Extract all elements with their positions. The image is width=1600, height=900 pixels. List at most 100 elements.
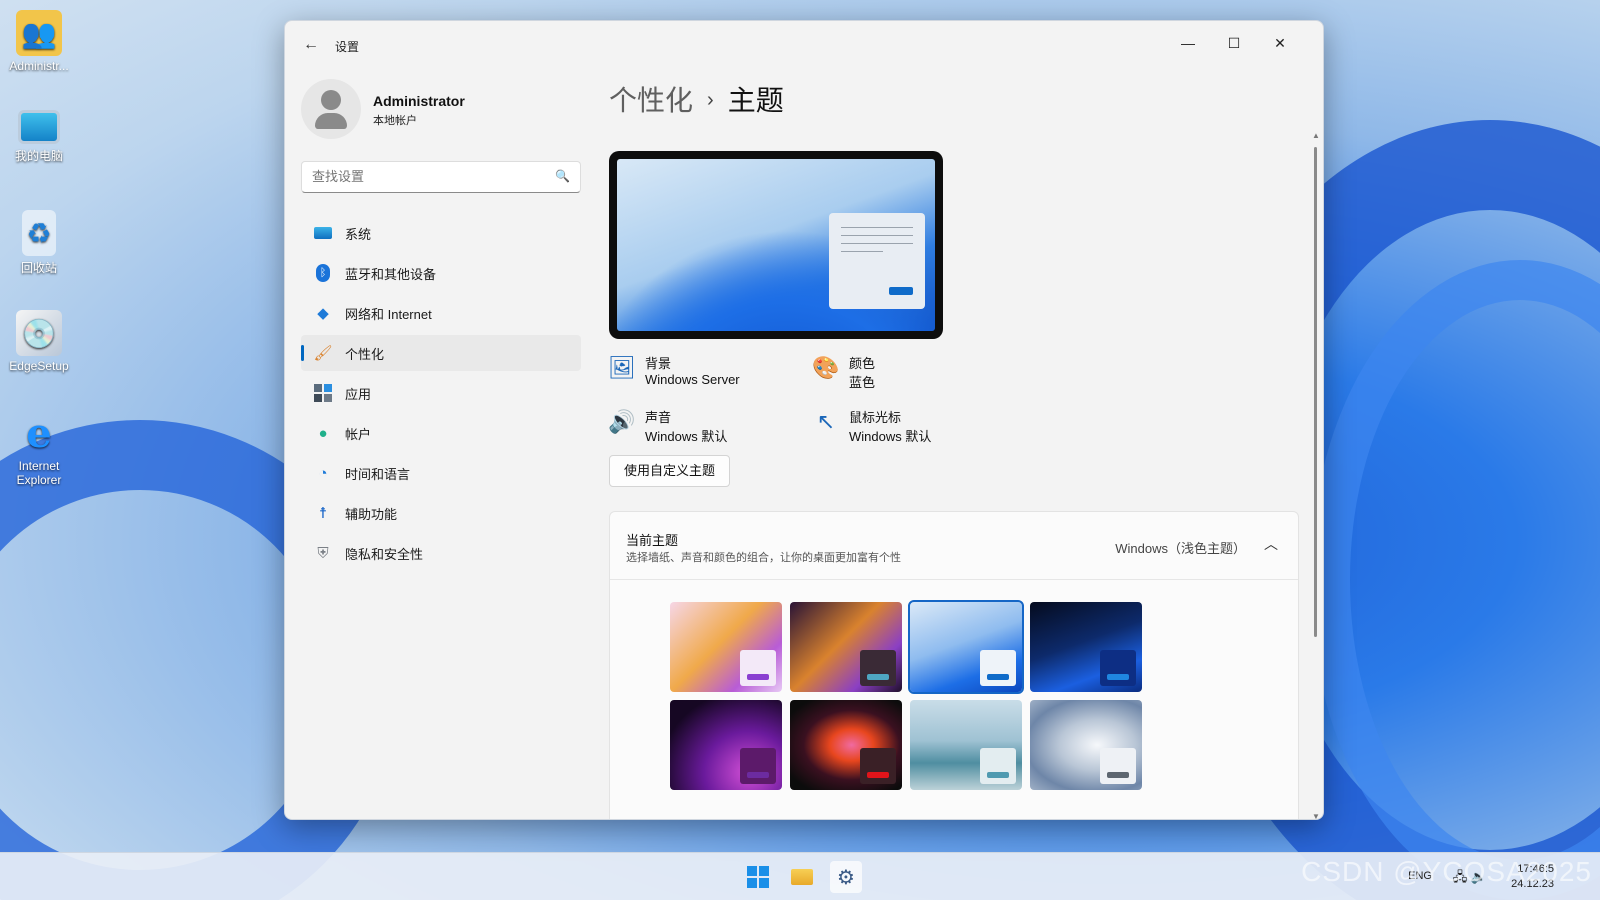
apps-icon	[311, 383, 335, 403]
sidebar-item-apps[interactable]: 应用	[301, 375, 581, 411]
theme-window-card	[860, 650, 896, 686]
sidebar-item-label: 个性化	[345, 346, 385, 362]
theme-accent-button	[1107, 772, 1129, 778]
desktop-icon-label: Administr...	[9, 59, 69, 73]
search-box[interactable]: 🔍	[301, 161, 581, 193]
minimize-icon: —	[1181, 35, 1195, 51]
title-bar: ← 设置 — ☐ ✕	[285, 21, 1323, 69]
sound-value: Windows 默认	[645, 429, 728, 444]
theme-window-card	[740, 650, 776, 686]
preview-line	[841, 227, 913, 228]
theme-tile-glow-light[interactable]	[670, 602, 782, 692]
search-icon: 🔍	[555, 169, 570, 183]
sidebar-nav: 系统 ᛒ 蓝牙和其他设备 ◆ 网络和 Internet 🖌 个性化 应用 ● 帐…	[301, 215, 581, 575]
theme-preview-screen	[617, 159, 935, 331]
theme-tile-bloom[interactable]	[1030, 700, 1142, 790]
internet-explorer-icon: e	[26, 409, 52, 457]
desktop-icon-my-computer[interactable]: 我的电脑	[2, 110, 76, 164]
current-theme-header[interactable]: 当前主题 选择墙纸、声音和颜色的组合，让你的桌面更加富有个性 Windows（浅…	[610, 512, 1298, 580]
sidebar-item-label: 时间和语言	[345, 466, 411, 482]
theme-accent-button	[747, 674, 769, 680]
palette-icon: 🎨	[812, 355, 840, 380]
sidebar-item-personalization[interactable]: 🖌 个性化	[301, 335, 581, 371]
settings-taskbar-button[interactable]: ⚙	[830, 861, 862, 893]
sound-setting[interactable]: 🔊 声音 Windows 默认	[608, 407, 809, 449]
desktop-icon-recycle-bin[interactable]: ♻ 回收站	[2, 210, 76, 276]
watermark: CSDN @YCOSA2025	[1301, 856, 1592, 887]
sidebar-item-label: 隐私和安全性	[345, 546, 424, 562]
cursor-setting[interactable]: ↖ 鼠标光标 Windows 默认	[813, 407, 1013, 449]
user-profile[interactable]: Administrator 本地帐户	[301, 79, 571, 141]
desktop-icon-administrator[interactable]: 👥 Administr...	[2, 10, 76, 73]
minimize-button[interactable]: —	[1165, 27, 1211, 59]
theme-tile-sunrise[interactable]	[910, 700, 1022, 790]
maximize-button[interactable]: ☐	[1211, 27, 1257, 59]
theme-window-card	[860, 748, 896, 784]
cursor-label: 鼠标光标	[849, 410, 902, 425]
theme-tile-glow-dark[interactable]	[790, 602, 902, 692]
page-title: 主题	[727, 85, 784, 116]
theme-tile-windows-dark[interactable]	[1030, 602, 1142, 692]
desktop-icon-internet-explorer[interactable]: e Internet Explorer	[2, 409, 76, 488]
desktop-icon-label: 回收站	[20, 261, 57, 275]
sound-label: 声音	[645, 410, 672, 425]
current-theme-value: Windows（浅色主题）	[1115, 541, 1246, 556]
picture-icon: 🖼	[608, 355, 636, 380]
avatar	[301, 79, 361, 139]
sidebar-item-time-language[interactable]: ◔ 时间和语言	[301, 455, 581, 491]
shield-icon: ⛨	[317, 544, 329, 562]
color-setting[interactable]: 🎨 颜色 蓝色	[812, 353, 1013, 395]
sidebar-item-accessibility[interactable]: ☨ 辅助功能	[301, 495, 581, 531]
theme-tile-flow[interactable]	[790, 700, 902, 790]
scrollbar[interactable]: ▲ ▼	[1312, 131, 1320, 819]
accessibility-icon: ☨	[318, 505, 328, 522]
preview-window-card	[829, 213, 925, 309]
theme-accent-button	[747, 772, 769, 778]
current-theme-title: 当前主题	[626, 533, 679, 548]
speaker-icon: 🔊	[608, 409, 636, 434]
profile-account-type: 本地帐户	[373, 115, 417, 127]
theme-tile-windows-light[interactable]	[908, 600, 1024, 694]
theme-grid	[670, 600, 1142, 790]
search-input[interactable]	[312, 169, 542, 184]
current-theme-subtitle: 选择墙纸、声音和颜色的组合，让你的桌面更加富有个性	[626, 552, 901, 564]
maximize-icon: ☐	[1227, 34, 1241, 51]
breadcrumb-parent[interactable]: 个性化	[609, 85, 693, 116]
wifi-icon: ◆	[317, 305, 329, 322]
sidebar-item-network[interactable]: ◆ 网络和 Internet	[301, 295, 581, 331]
theme-tile-captured-motion[interactable]	[670, 700, 782, 790]
back-button[interactable]: ←	[299, 33, 323, 57]
sidebar-item-label: 网络和 Internet	[345, 306, 432, 322]
sidebar-item-label: 应用	[345, 386, 372, 402]
preview-accent-button	[889, 287, 913, 295]
file-explorer-button[interactable]	[786, 861, 818, 893]
custom-theme-button[interactable]: 使用自定义主题	[609, 455, 731, 487]
desktop-icon-edgesetup[interactable]: 💿 EdgeSetup	[2, 310, 76, 373]
sidebar-item-system[interactable]: 系统	[301, 215, 581, 251]
breadcrumb-separator: ›	[707, 89, 714, 111]
main-content: 个性化 › 主题 🖼 背景 Windows Server 🎨 颜色 蓝色 🔊 声…	[608, 69, 1309, 819]
scroll-up-icon[interactable]: ▲	[1312, 131, 1320, 140]
theme-window-card	[1100, 748, 1136, 784]
sidebar-item-privacy[interactable]: ⛨ 隐私和安全性	[301, 535, 581, 571]
preview-line	[841, 251, 883, 252]
window-title: 设置	[335, 40, 360, 54]
color-label: 颜色	[849, 356, 876, 371]
close-button[interactable]: ✕	[1257, 27, 1303, 59]
scrollbar-thumb[interactable]	[1314, 147, 1317, 637]
avatar-body-shape	[315, 113, 347, 129]
sidebar-item-bluetooth[interactable]: ᛒ 蓝牙和其他设备	[301, 255, 581, 291]
theme-accent-button	[867, 674, 889, 680]
breadcrumb: 个性化 › 主题	[609, 79, 784, 119]
brush-icon: 🖌	[313, 345, 333, 362]
recycle-bin-icon: ♻	[22, 210, 56, 256]
theme-accent-button	[987, 772, 1009, 778]
sidebar-item-label: 系统	[345, 226, 372, 242]
background-setting[interactable]: 🖼 背景 Windows Server	[608, 353, 809, 395]
theme-preview	[609, 151, 943, 339]
sidebar-item-accounts[interactable]: ● 帐户	[301, 415, 581, 451]
chevron-up-icon[interactable]: ︿	[1264, 534, 1278, 554]
scroll-down-icon[interactable]: ▼	[1312, 812, 1320, 819]
desktop-icon-label: 我的电脑	[14, 149, 63, 163]
start-button[interactable]	[742, 861, 774, 893]
